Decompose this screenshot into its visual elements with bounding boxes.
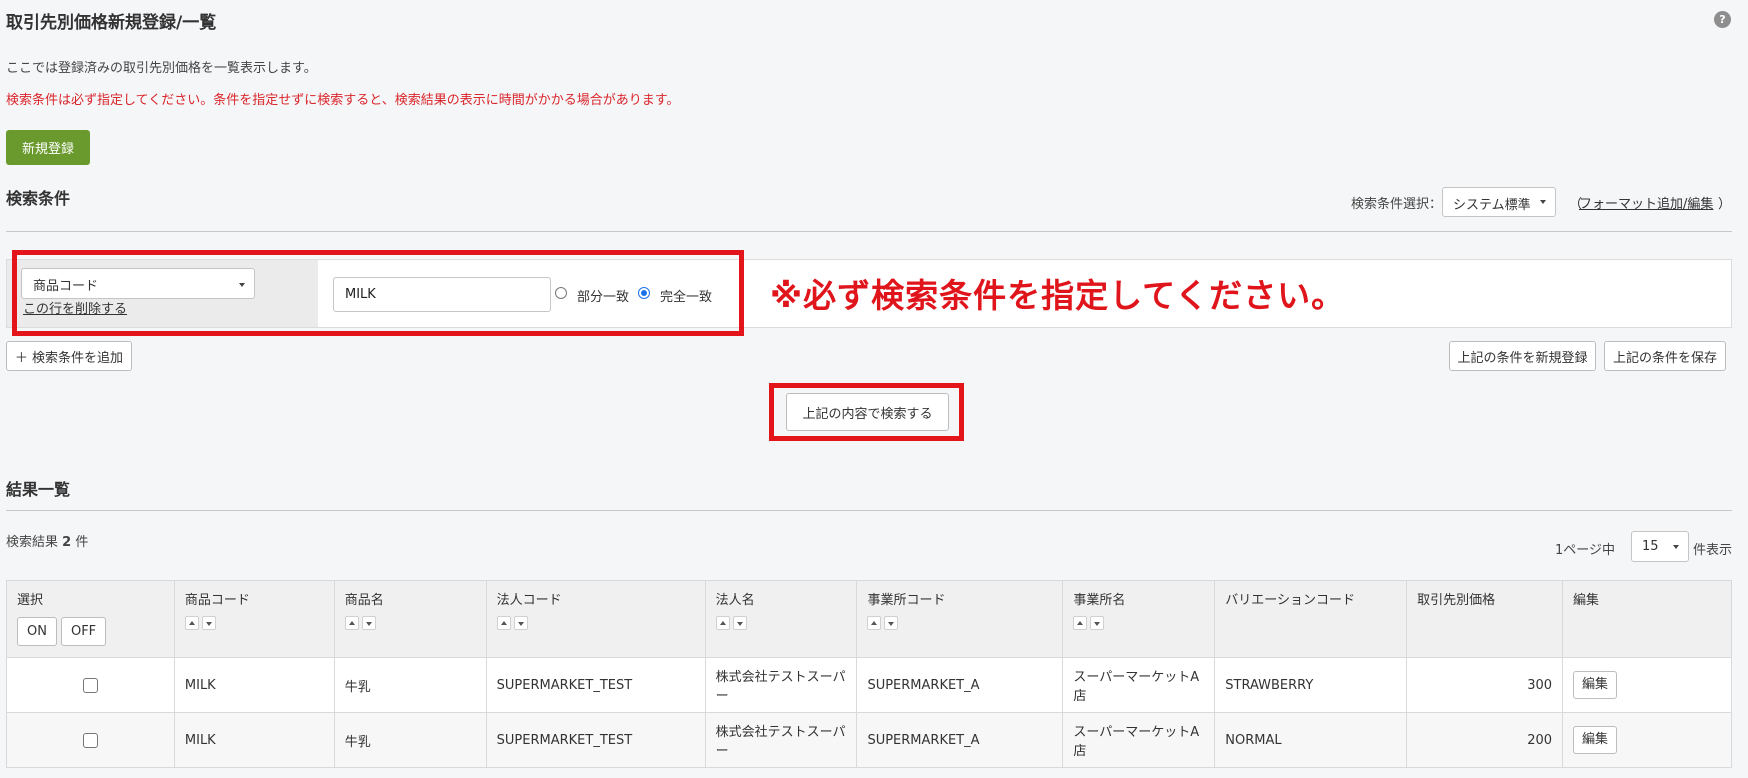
sort-desc-icon[interactable] xyxy=(513,616,528,630)
sort-desc-icon[interactable] xyxy=(1090,616,1105,630)
corp-name-cell: 株式会社テストスーパー xyxy=(704,657,858,713)
search-warning: 検索条件は必ず指定してください。条件を指定せずに検索すると、検索結果の表示に時間… xyxy=(6,93,680,108)
sort-desc-icon[interactable] xyxy=(201,616,216,630)
per-page-select[interactable]: 15 xyxy=(1631,531,1689,562)
format-select[interactable]: システム標準 xyxy=(1442,187,1556,217)
new-register-button[interactable]: 新規登録 xyxy=(6,130,90,165)
results-section-title: 結果一覧 xyxy=(6,480,71,499)
search-divider xyxy=(6,231,1732,232)
search-button[interactable]: 上記の内容で検索する xyxy=(786,393,949,431)
col-variation-code: バリエーションコード xyxy=(1214,580,1408,658)
col-product-name: 商品名 xyxy=(333,580,487,658)
col-corp-code-label: 法人コード xyxy=(496,593,562,608)
corp-code-cell: SUPERMARKET_TEST xyxy=(485,657,706,713)
save-condition-button[interactable]: 上記の条件を保存 xyxy=(1604,341,1726,371)
search-section-title: 検索条件 xyxy=(6,189,71,208)
sort-asc-icon[interactable] xyxy=(496,616,511,630)
col-corp-code: 法人コード xyxy=(485,580,706,658)
office-name-cell: スーパーマーケットA店 xyxy=(1062,657,1216,713)
format-edit-link[interactable]: フォーマット追加/編集 xyxy=(1579,193,1713,212)
save-as-new-button[interactable]: 上記の条件を新規登録 xyxy=(1449,341,1596,371)
product-name-cell: 牛乳 xyxy=(333,657,487,713)
office-name-cell: スーパーマーケットA店 xyxy=(1062,712,1216,768)
required-notice: ※必ず検索条件を指定してください。 xyxy=(770,276,1346,315)
results-table: 選択 ON OFF 商品コード 商品名 法人コード 法人名 事業所コード 事業所… xyxy=(6,580,1732,768)
chevron-down-icon xyxy=(1673,545,1679,549)
highlight-box-conditions xyxy=(12,250,744,336)
office-code-cell: SUPERMARKET_A xyxy=(856,712,1064,768)
col-price: 取引先別価格 xyxy=(1406,580,1564,658)
sort-asc-icon[interactable] xyxy=(184,616,199,630)
table-row: MILK 牛乳 SUPERMARKET_TEST 株式会社テストスーパー SUP… xyxy=(6,712,1732,768)
sort-desc-icon[interactable] xyxy=(361,616,376,630)
variation-code-cell: STRAWBERRY xyxy=(1214,657,1408,713)
per-page-label: 1ページ中 xyxy=(1555,543,1616,558)
row-select-cell xyxy=(6,712,175,768)
result-count: 検索結果 2 件 xyxy=(6,531,88,550)
edit-button[interactable]: 編集 xyxy=(1573,726,1618,754)
format-paren-close: ） xyxy=(1718,197,1732,212)
corp-name-cell: 株式会社テストスーパー xyxy=(704,712,858,768)
col-product-code-label: 商品コード xyxy=(184,593,250,608)
table-header-row: 選択 ON OFF 商品コード 商品名 法人コード 法人名 事業所コード 事業所… xyxy=(6,580,1732,658)
help-icon[interactable]: ? xyxy=(1714,11,1731,28)
chevron-down-icon xyxy=(1540,200,1546,204)
table-row: MILK 牛乳 SUPERMARKET_TEST 株式会社テストスーパー SUP… xyxy=(6,657,1732,713)
row-checkbox[interactable] xyxy=(82,677,98,693)
format-select-value: システム標準 xyxy=(1453,198,1531,213)
col-price-label: 取引先別価格 xyxy=(1417,593,1496,608)
result-count-prefix: 検索結果 xyxy=(6,535,63,550)
product-code-cell: MILK xyxy=(173,657,335,713)
edit-cell: 編集 xyxy=(1562,712,1732,768)
sort-asc-icon[interactable] xyxy=(867,616,882,630)
col-product-code: 商品コード xyxy=(173,580,335,658)
col-edit: 編集 xyxy=(1562,580,1732,658)
product-name-cell: 牛乳 xyxy=(333,712,487,768)
col-product-name-label: 商品名 xyxy=(344,593,384,608)
corp-code-cell: SUPERMARKET_TEST xyxy=(485,712,706,768)
format-select-label: 検索条件選択： xyxy=(1351,197,1443,212)
col-office-code-label: 事業所コード xyxy=(867,593,946,608)
col-corp-name-label: 法人名 xyxy=(715,593,755,608)
col-edit-label: 編集 xyxy=(1573,593,1600,608)
page-title: 取引先別価格新規登録/一覧 xyxy=(6,13,217,33)
row-checkbox[interactable] xyxy=(82,732,98,748)
sort-asc-icon[interactable] xyxy=(1073,616,1088,630)
col-select-label: 選択 xyxy=(17,593,44,608)
result-count-suffix: 件 xyxy=(71,535,89,550)
sort-asc-icon[interactable] xyxy=(344,616,359,630)
variation-code-cell: NORMAL xyxy=(1214,712,1408,768)
select-all-off-button[interactable]: OFF xyxy=(60,617,107,646)
add-condition-button[interactable]: ＋ 検索条件を追加 xyxy=(6,341,132,371)
edit-cell: 編集 xyxy=(1562,657,1732,713)
product-code-cell: MILK xyxy=(173,712,335,768)
price-cell: 200 xyxy=(1406,712,1564,768)
select-all-on-button[interactable]: ON xyxy=(17,617,57,646)
page-description: ここでは登録済みの取引先別価格を一覧表示します。 xyxy=(6,61,317,76)
edit-button[interactable]: 編集 xyxy=(1573,671,1618,699)
per-page-value: 15 xyxy=(1642,539,1659,554)
col-select: 選択 ON OFF xyxy=(6,580,175,658)
sort-asc-icon[interactable] xyxy=(715,616,730,630)
price-cell: 300 xyxy=(1406,657,1564,713)
col-office-name-label: 事業所名 xyxy=(1073,593,1126,608)
results-divider xyxy=(6,510,1732,511)
per-page-suffix: 件表示 xyxy=(1693,543,1733,558)
office-code-cell: SUPERMARKET_A xyxy=(856,657,1064,713)
sort-desc-icon[interactable] xyxy=(732,616,747,630)
result-count-value: 2 xyxy=(62,535,72,550)
row-select-cell xyxy=(6,657,175,713)
col-variation-code-label: バリエーションコード xyxy=(1225,593,1355,608)
col-office-name: 事業所名 xyxy=(1062,580,1216,658)
col-office-code: 事業所コード xyxy=(856,580,1064,658)
col-corp-name: 法人名 xyxy=(704,580,858,658)
sort-desc-icon[interactable] xyxy=(884,616,899,630)
